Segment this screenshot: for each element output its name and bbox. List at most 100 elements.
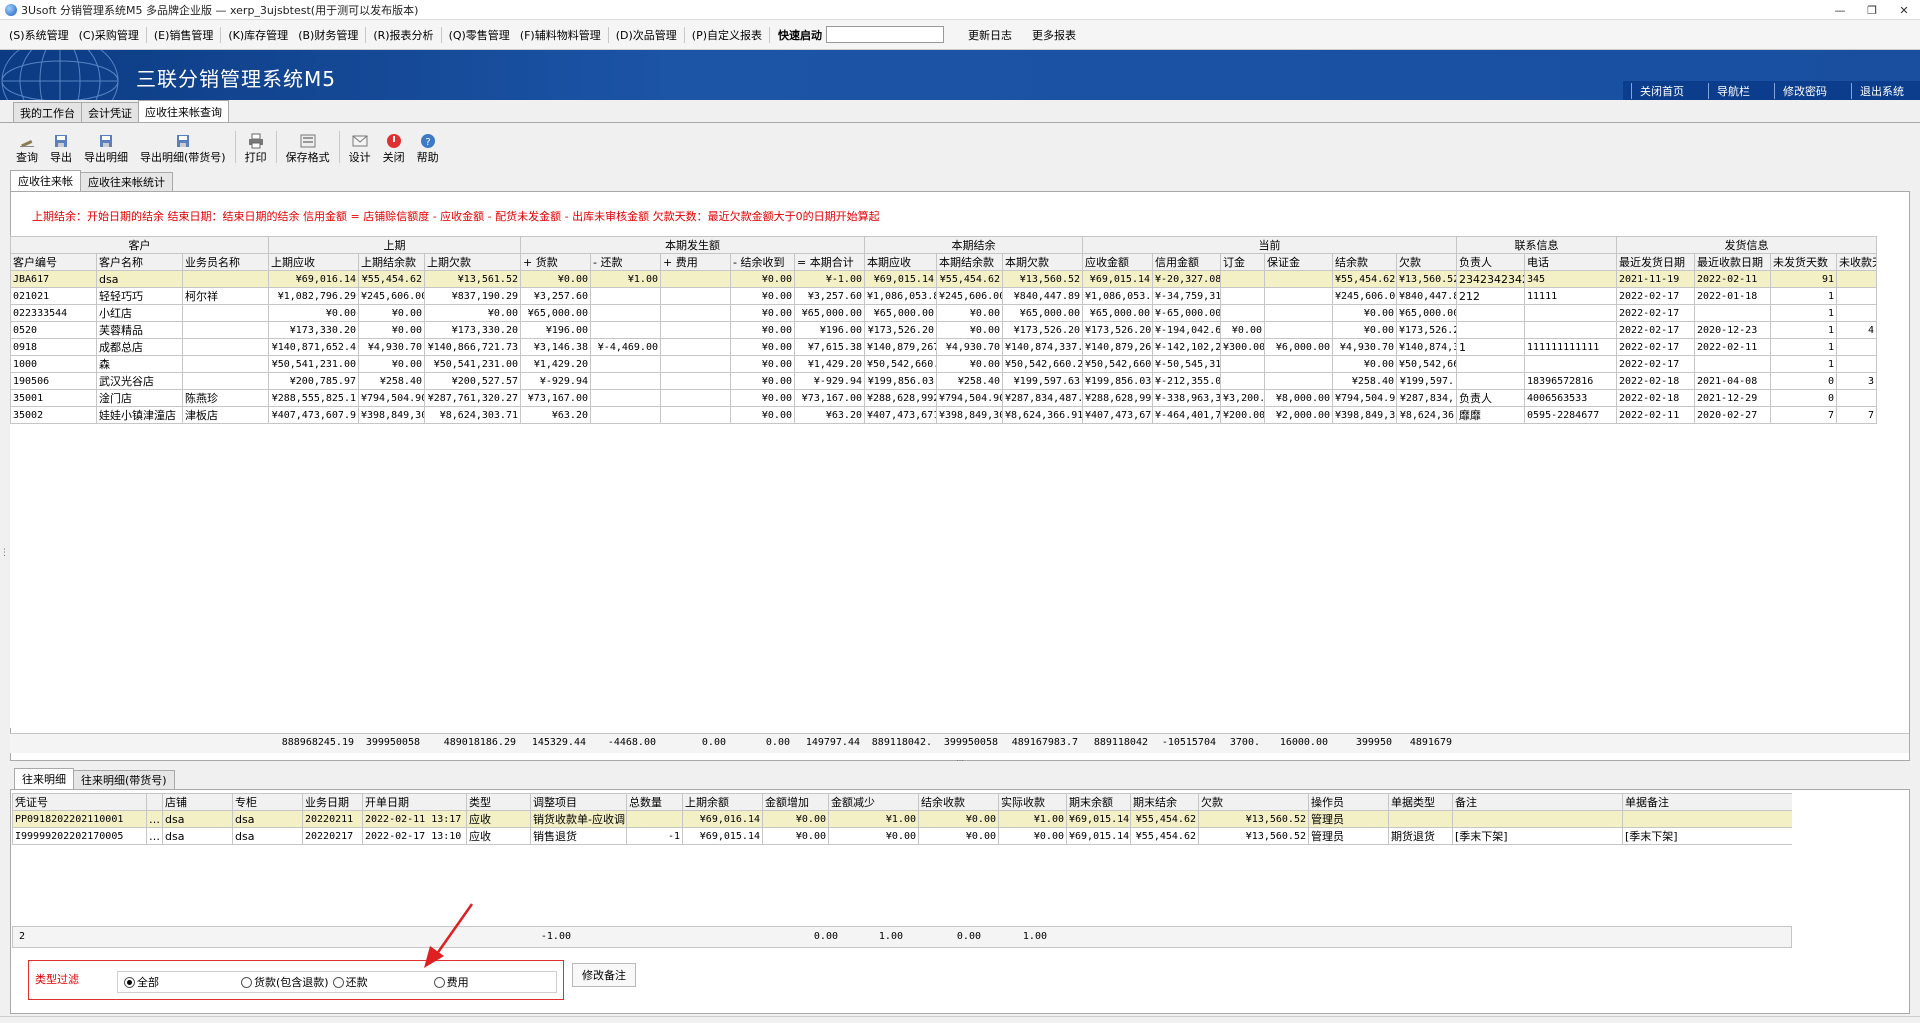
customer-row[interactable]: 1000 森 ¥50,541,231.00 ¥0.00 ¥50,541,231.00 ¥1… [10,355,1878,373]
column-header[interactable]: 本期应收 [864,253,937,271]
column-header[interactable]: + 货款 [520,253,591,271]
column-header[interactable]: 结余款 [1332,253,1398,271]
customer-row[interactable]: 35002 娃娃小镇津潼店 津板店 ¥407,473,607.9 ¥398,849,30… [10,406,1878,424]
filter-goods-radio[interactable]: 货款(包含退款) [241,974,329,990]
column-header[interactable]: 最近发货日期 [1616,253,1696,271]
logout-link[interactable]: 退出系统 [1851,82,1920,99]
detail-column-header[interactable]: 操作员 [1308,793,1389,811]
tab-receivables-query[interactable]: 应收往来帐查询 [138,100,229,122]
detail-column-header[interactable]: 期末结余 [1130,793,1199,811]
customer-row[interactable]: 0918 成都总店 ¥140,871,652.4 ¥4,930.70 ¥140,866,… [10,338,1878,356]
print-button[interactable]: 打印 [239,127,273,165]
detail-row[interactable]: PP0918202202110001… dsa dsa 20220211 2022-02… [12,810,1792,828]
menu-defects[interactable]: (D)次品管理 [611,27,682,43]
update-log-link[interactable]: 更新日志 [958,27,1022,43]
column-header[interactable]: 上期应收 [268,253,359,271]
column-header[interactable]: 业务员名称 [182,253,269,271]
filter-fee-radio[interactable]: 费用 [433,974,469,990]
detail-column-header[interactable]: 单据备注 [1622,793,1792,811]
save-format-button[interactable]: 保存格式 [280,127,336,165]
detail-column-header[interactable]: 业务日期 [302,793,363,811]
detail-column-header[interactable]: 实际收款 [998,793,1067,811]
column-header[interactable]: 保证金 [1264,253,1334,271]
menu-system[interactable]: (S)系统管理 [4,27,74,43]
customer-row[interactable]: 190506 武汉光谷店 ¥200,785.97 ¥258.40 ¥200,527.57… [10,372,1878,390]
column-header[interactable]: = 本期合计 [794,253,865,271]
detail-row[interactable]: I99999202202170005… dsa dsa 20220217 2022-02… [12,827,1792,845]
menu-sales[interactable]: (E)销售管理 [149,27,219,43]
column-header[interactable]: 信用金额 [1152,253,1222,271]
detail-column-header[interactable]: 专柜 [232,793,303,811]
menu-custom-reports[interactable]: (P)自定义报表 [687,27,767,43]
column-header[interactable]: 未收款天 [1836,253,1878,271]
tab-receivables[interactable]: 应收往来帐 [10,170,81,191]
customer-row[interactable]: 021021 轻轻巧巧 柯尔祥 ¥1,082,796.29 ¥245,606.00 ¥83… [10,287,1878,305]
tab-transaction-detail-sku[interactable]: 往来明细(带货号) [73,770,175,789]
column-header[interactable]: + 费用 [660,253,731,271]
edit-remark-button[interactable]: 修改备注 [572,963,636,987]
minimize-button[interactable]: — [1824,0,1856,20]
tab-receivables-stats[interactable]: 应收往来帐统计 [80,172,173,191]
column-header[interactable]: 本期欠款 [1001,253,1084,271]
side-grip[interactable]: ⋮ [0,548,9,558]
customer-row[interactable]: 35001 淦门店 陈燕珍 ¥288,555,825.1 ¥794,504.90 ¥287… [10,389,1878,407]
close-window-button[interactable]: ✕ [1888,0,1920,20]
tab-workbench[interactable]: 我的工作台 [13,102,82,122]
column-header[interactable]: 上期结余款 [358,253,425,271]
detail-column-header[interactable]: 类型 [466,793,531,811]
column-header[interactable]: 订金 [1220,253,1266,271]
maximize-button[interactable]: ❐ [1856,0,1888,20]
splitter-handle[interactable]: ⋯ [0,757,1920,765]
menu-materials[interactable]: (F)辅料物料管理 [515,27,606,43]
column-header[interactable]: 最近收款日期 [1694,253,1772,271]
tab-vouchers[interactable]: 会计凭证 [81,102,139,122]
detail-column-header[interactable]: 金额减少 [828,793,919,811]
change-password-link[interactable]: 修改密码 [1774,82,1843,99]
tab-transaction-detail[interactable]: 往来明细 [14,768,74,789]
detail-column-header[interactable]: 店铺 [162,793,233,811]
help-button[interactable]: ? 帮助 [411,127,445,165]
export-button[interactable]: 导出 [44,127,78,165]
customer-row[interactable]: 022333544 小红店 ¥0.00 ¥0.00 ¥0.00 ¥65,000.00 ¥0.… [10,304,1878,322]
detail-column-header[interactable]: 备注 [1452,793,1623,811]
menu-finance[interactable]: (B)财务管理 [293,27,363,43]
detail-column-header[interactable]: 凭证号 [12,793,147,811]
close-home-link[interactable]: 关闭首页 [1631,82,1700,99]
menu-reports[interactable]: (R)报表分析 [368,27,438,43]
menu-retail[interactable]: (Q)零售管理 [444,27,515,43]
column-header[interactable]: - 还款 [590,253,661,271]
detail-column-header[interactable]: 调整项目 [530,793,627,811]
column-header[interactable]: 未发货天数 [1770,253,1838,271]
navigation-link[interactable]: 导航栏 [1708,82,1766,99]
column-header[interactable]: 电话 [1524,253,1618,271]
export-detail-button[interactable]: 导出明细 [78,127,134,165]
detail-column-header[interactable]: 上期余额 [682,793,763,811]
detail-column-header[interactable]: 总数量 [626,793,683,811]
menu-inventory[interactable]: (K)库存管理 [223,27,293,43]
close-button[interactable]: 关闭 [377,127,411,165]
column-header[interactable]: 欠款 [1396,253,1458,271]
detail-column-header[interactable]: 单据类型 [1388,793,1453,811]
filter-all-radio[interactable]: 全部 [124,974,159,990]
column-header[interactable]: 应收金额 [1082,253,1154,271]
customer-row[interactable]: 0520 芙蓉精品 ¥173,330.20 ¥0.00 ¥173,330.20 ¥196.… [10,321,1878,339]
detail-column-header[interactable]: 结余收款 [918,793,999,811]
row-more-button[interactable]: … [146,827,163,845]
column-header[interactable]: 客户编号 [10,253,97,271]
customer-row[interactable]: JBA617 dsa ¥69,016.14 ¥55,454.62 ¥13,561.52 ¥… [10,270,1878,288]
detail-column-header[interactable]: 期末余额 [1066,793,1131,811]
query-button[interactable]: 查询 [10,127,44,165]
column-header[interactable]: - 结余收到 [730,253,795,271]
row-more-button[interactable]: … [146,810,163,828]
detail-column-header[interactable] [146,793,163,811]
column-header[interactable]: 客户名称 [96,253,183,271]
export-detail-sku-button[interactable]: 导出明细(带货号) [134,127,232,165]
more-reports-link[interactable]: 更多报表 [1022,27,1086,43]
column-header[interactable]: 上期欠款 [424,253,521,271]
quick-start-input[interactable] [826,26,945,43]
detail-column-header[interactable]: 金额增加 [762,793,829,811]
column-header[interactable]: 本期结余款 [936,253,1003,271]
detail-column-header[interactable]: 开单日期 [362,793,467,811]
filter-repay-radio[interactable]: 还款 [332,974,368,990]
design-button[interactable]: 设计 [343,127,377,165]
